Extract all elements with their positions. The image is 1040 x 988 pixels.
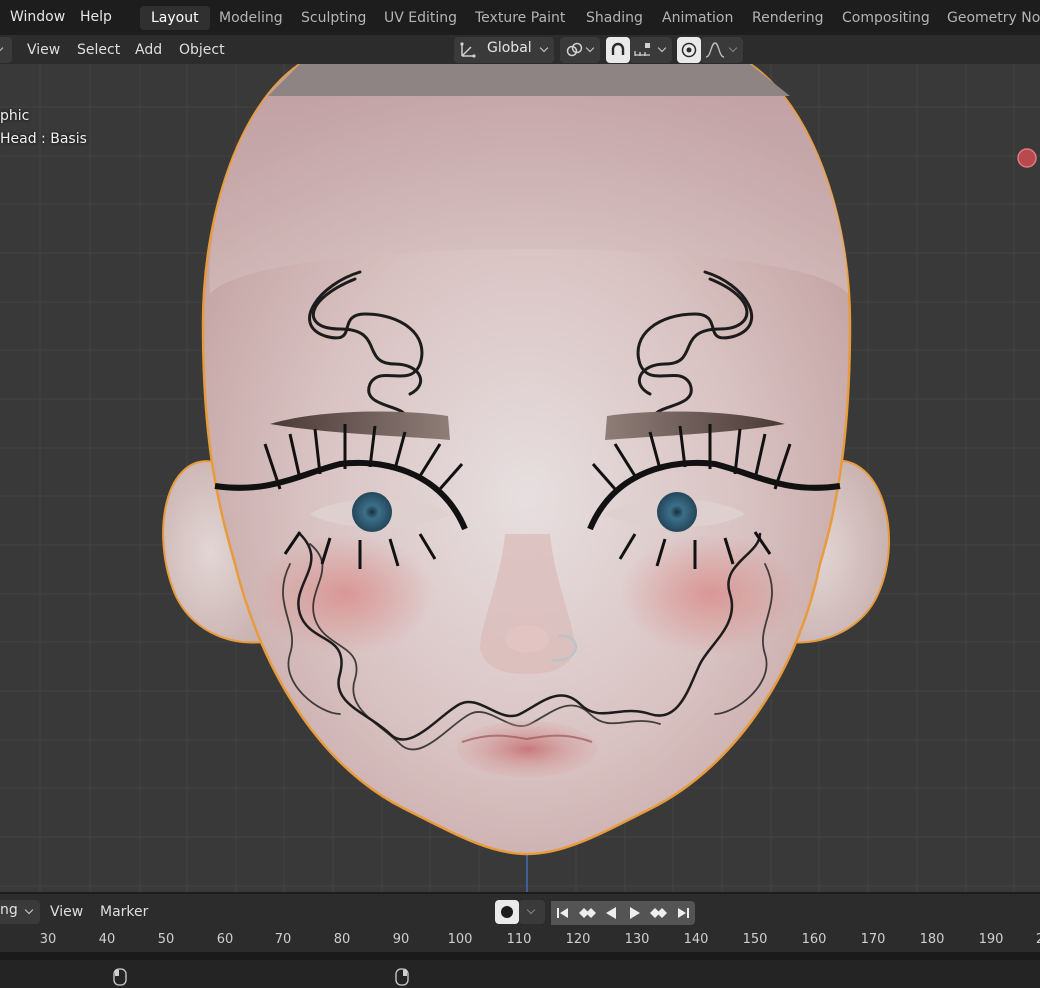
tab-compositing[interactable]: Compositing: [831, 6, 941, 30]
timeline-scrollbar[interactable]: [0, 952, 1040, 960]
tab-sculpting[interactable]: Sculpting: [290, 6, 377, 30]
play-button[interactable]: [623, 901, 647, 925]
lips: [457, 721, 597, 777]
play-reverse-button[interactable]: [599, 901, 623, 925]
menu-help[interactable]: Help: [80, 7, 112, 29]
orientation-axes-icon: [460, 42, 476, 58]
view-name-label: phic: [0, 108, 30, 124]
playback-mode-dropdown[interactable]: ng: [0, 900, 40, 924]
object-name-label: Head : Basis: [0, 131, 87, 147]
snap-increment-icon: [634, 43, 650, 56]
frame-tick: 50: [157, 932, 175, 947]
frame-tick: 100: [447, 932, 473, 947]
next-keyframe-button[interactable]: [647, 901, 671, 925]
menu-view[interactable]: View: [27, 40, 60, 60]
frame-tick: 30: [39, 932, 57, 947]
frame-tick: 150: [742, 932, 768, 947]
tab-geometry-nodes[interactable]: Geometry Nod: [936, 6, 1040, 30]
frame-tick: 140: [683, 932, 709, 947]
viewport-scene: [0, 64, 1040, 892]
tab-layout[interactable]: Layout: [140, 6, 210, 30]
scalp-cutoff: [268, 64, 790, 96]
viewport-header: View Select Add Object Global: [0, 35, 1040, 64]
frame-tick: 110: [506, 932, 532, 947]
left-blush: [255, 534, 435, 654]
proportional-falloff-dropdown[interactable]: [701, 37, 743, 63]
top-menu-bar: Window Help Layout Modeling Sculpting UV…: [0, 0, 1040, 35]
jump-start-button[interactable]: [551, 901, 575, 925]
jump-start-icon: [557, 908, 568, 918]
tab-uv-editing[interactable]: UV Editing: [373, 6, 468, 30]
falloff-curve-icon: [705, 42, 725, 58]
prev-keyframe-icon: [579, 908, 596, 918]
proportional-editing-toggle[interactable]: [677, 37, 701, 63]
pivot-link-icon: [566, 42, 583, 57]
snap-toggle[interactable]: [606, 37, 630, 63]
jump-end-button[interactable]: [671, 901, 695, 925]
timeline-menu-view[interactable]: View: [50, 902, 83, 922]
menu-select[interactable]: Select: [77, 40, 120, 60]
tab-shading[interactable]: Shading: [575, 6, 654, 30]
prev-keyframe-button[interactable]: [575, 901, 599, 925]
frame-tick: 190: [978, 932, 1004, 947]
frame-tick: 130: [624, 932, 650, 947]
timeline-header: ng View Marker: [0, 892, 1040, 928]
snap-target-dropdown[interactable]: [630, 37, 672, 63]
next-keyframe-icon: [650, 908, 667, 918]
menu-add[interactable]: Add: [135, 40, 162, 60]
mouse-left-icon: [113, 968, 127, 986]
mouse-right-icon: [395, 968, 409, 986]
frame-tick: 180: [919, 932, 945, 947]
frame-tick: 2: [1036, 932, 1040, 947]
frame-tick: 70: [274, 932, 292, 947]
auto-keying-toggle[interactable]: [495, 900, 519, 924]
frame-tick: 90: [392, 932, 410, 947]
tab-modeling[interactable]: Modeling: [208, 6, 294, 30]
play-icon: [630, 907, 640, 919]
timeline-menu-marker[interactable]: Marker: [100, 902, 148, 922]
frame-tick: 170: [860, 932, 886, 947]
pivot-point-dropdown[interactable]: [560, 37, 600, 63]
jump-end-icon: [678, 908, 689, 918]
play-reverse-icon: [606, 907, 616, 919]
menu-object[interactable]: Object: [179, 40, 225, 60]
menu-window[interactable]: Window: [10, 7, 65, 29]
record-icon: [501, 906, 513, 918]
right-blush: [620, 534, 800, 654]
orientation-label: Global: [487, 40, 532, 56]
tab-animation[interactable]: Animation: [651, 6, 744, 30]
editor-type-dropdown[interactable]: [0, 37, 12, 63]
frame-tick: 40: [98, 932, 116, 947]
transform-orientation-dropdown[interactable]: Global: [454, 37, 554, 63]
frame-tick: 120: [565, 932, 591, 947]
frame-tick: 160: [801, 932, 827, 947]
timeline-body[interactable]: [0, 952, 1040, 988]
frame-tick: 80: [333, 932, 351, 947]
magnet-icon: [611, 42, 625, 55]
keying-options-dropdown[interactable]: [519, 900, 545, 924]
light-gizmo-icon: [1017, 148, 1037, 168]
frame-tick: 60: [216, 932, 234, 947]
timeline-ruler[interactable]: 30 40 50 60 70 80 90 100 110 120 130 140…: [0, 928, 1040, 952]
3d-viewport[interactable]: phic Head : Basis: [0, 64, 1040, 892]
tab-rendering[interactable]: Rendering: [741, 6, 835, 30]
proportional-circle-icon: [681, 42, 697, 58]
tab-texture-paint[interactable]: Texture Paint: [464, 6, 576, 30]
